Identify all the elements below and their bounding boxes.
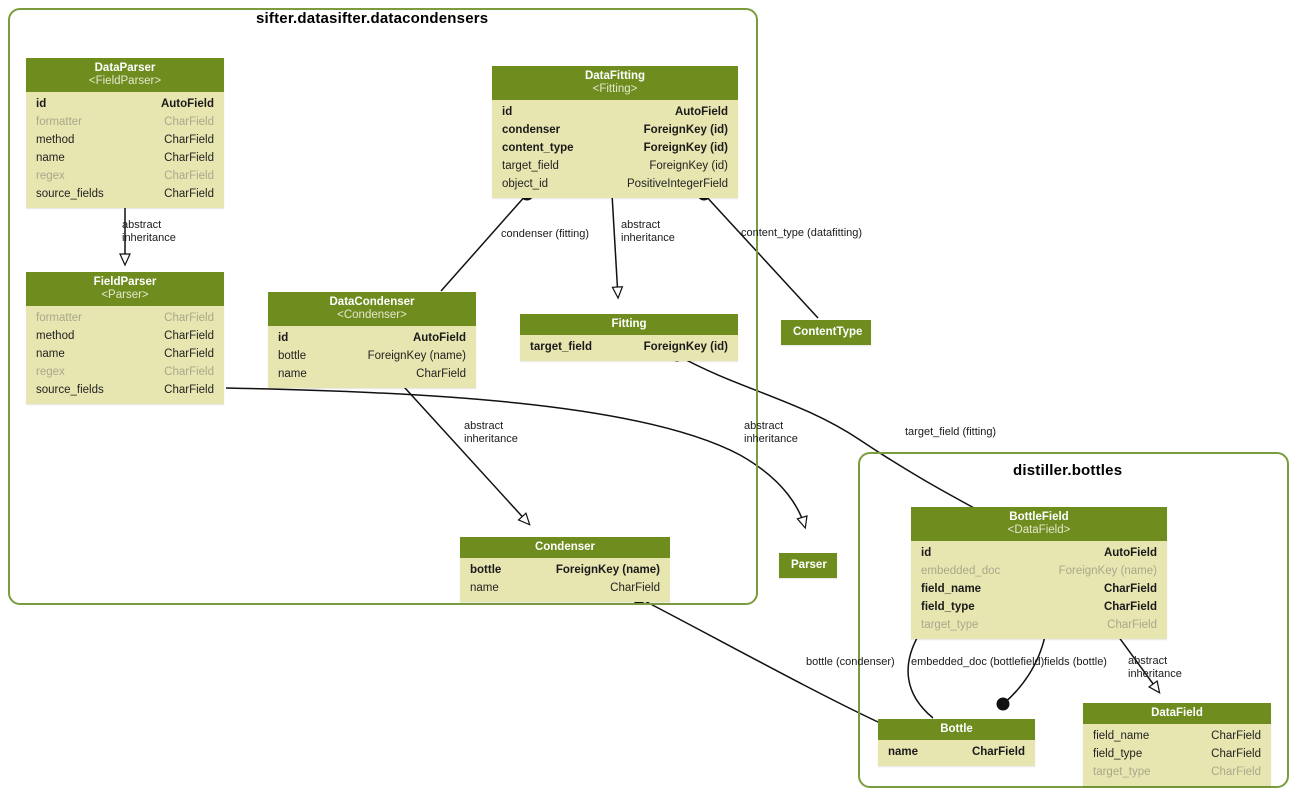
model-bottle-fields: name CharField: [878, 740, 1035, 766]
table-row: field_type CharField: [921, 601, 1157, 614]
table-row: id AutoField: [502, 106, 728, 119]
edge-label-target-field-fitting: target_field (fitting): [905, 426, 997, 438]
cluster-sifter-title: sifter.datasifter.datacondensers: [256, 10, 489, 27]
edge-label-content-type-datafitting: content_type (datafitting): [741, 227, 863, 239]
table-row: field_type CharField: [1093, 748, 1261, 761]
table-row: source_fields CharField: [36, 188, 214, 201]
model-datacondenser-header: DataCondenser <Condenser>: [268, 292, 476, 327]
table-row: embedded_doc ForeignKey (name): [921, 565, 1157, 578]
table-row: target_field ForeignKey (id): [502, 160, 728, 173]
model-contenttype-name: ContentType: [793, 326, 863, 338]
model-fieldparser-name: FieldParser: [93, 276, 157, 288]
table-row: content_type ForeignKey (id): [502, 142, 728, 155]
model-contenttype[interactable]: ContentType: [781, 320, 871, 346]
table-row: target_field ForeignKey (id): [530, 341, 728, 354]
table-row: object_id PositiveIntegerField: [502, 178, 728, 191]
table-row: id AutoField: [921, 547, 1157, 560]
model-datafitting-fields: id AutoField condenser ForeignKey (id) c…: [492, 100, 738, 198]
model-parser-header: Parser: [779, 553, 837, 579]
model-fieldparser-stereotype: <Parser>: [101, 289, 149, 302]
model-contenttype-header: ContentType: [781, 320, 871, 346]
edge-label-fields-bottle: fields (bottle): [1044, 656, 1107, 668]
edge-label-abstract-inheritance-datafitting: abstract inheritance: [621, 219, 675, 244]
table-row: field_name CharField: [921, 583, 1157, 596]
model-bottle[interactable]: Bottle name CharField: [878, 719, 1035, 767]
table-row: regex CharField: [36, 366, 214, 379]
model-datafield[interactable]: DataField field_name CharField field_typ…: [1083, 703, 1271, 787]
table-row: name CharField: [36, 348, 214, 361]
model-dataparser-stereotype: <FieldParser>: [88, 75, 162, 88]
table-row: bottle ForeignKey (name): [278, 350, 466, 363]
table-row: method CharField: [36, 330, 214, 343]
model-bottle-name: Bottle: [940, 723, 973, 735]
model-datafield-name: DataField: [1151, 707, 1203, 719]
model-condenser[interactable]: Condenser bottle ForeignKey (name) name …: [460, 537, 670, 603]
model-bottlefield-stereotype: <DataField>: [1007, 524, 1071, 537]
model-datafield-fields: field_name CharField field_type CharFiel…: [1083, 724, 1271, 786]
model-fitting[interactable]: Fitting target_field ForeignKey (id): [520, 314, 738, 362]
model-bottle-header: Bottle: [878, 719, 1035, 741]
model-fitting-header: Fitting: [520, 314, 738, 336]
table-row: condenser ForeignKey (id): [502, 124, 728, 137]
model-datafitting-stereotype: <Fitting>: [592, 83, 638, 96]
table-row: method CharField: [36, 134, 214, 147]
table-row: regex CharField: [36, 170, 214, 183]
table-row: target_type CharField: [921, 619, 1157, 632]
model-datacondenser[interactable]: DataCondenser <Condenser> id AutoField b…: [268, 292, 476, 389]
model-dataparser[interactable]: DataParser <FieldParser> id AutoField fo…: [26, 58, 224, 209]
model-fieldparser-header: FieldParser <Parser>: [26, 272, 224, 307]
model-datafitting-header: DataFitting <Fitting>: [492, 66, 738, 101]
model-condenser-name: Condenser: [534, 541, 596, 553]
diagram-canvas: sifter.datasifter.datacondensers distill…: [0, 0, 1297, 797]
model-datafitting-name: DataFitting: [584, 70, 646, 82]
model-dataparser-header: DataParser <FieldParser>: [26, 58, 224, 93]
edge-label-bottle-condenser: bottle (condenser): [806, 656, 895, 668]
edge-label-abstract-inheritance-dataparser: abstract inheritance: [122, 219, 176, 244]
model-dataparser-name: DataParser: [94, 62, 156, 74]
model-bottlefield[interactable]: BottleField <DataField> id AutoField emb…: [911, 507, 1167, 640]
table-row: name CharField: [888, 746, 1025, 759]
table-row: name CharField: [36, 152, 214, 165]
edge-label-abstract-inheritance-datacondenser: abstract inheritance: [464, 420, 518, 445]
model-datafield-header: DataField: [1083, 703, 1271, 725]
table-row: id AutoField: [278, 332, 466, 345]
model-parser-name: Parser: [791, 559, 827, 571]
table-row: name CharField: [278, 368, 466, 381]
edge-label-condenser-fitting: condenser (fitting): [501, 228, 590, 240]
model-fieldparser-fields: formatter CharField method CharField nam…: [26, 306, 224, 404]
model-dataparser-fields: id AutoField formatter CharField method …: [26, 92, 224, 208]
cluster-distiller-title: distiller.bottles: [1013, 462, 1123, 479]
model-condenser-fields: bottle ForeignKey (name) name CharField: [460, 558, 670, 602]
model-datacondenser-stereotype: <Condenser>: [337, 309, 407, 322]
model-fitting-name: Fitting: [611, 318, 647, 330]
table-row: formatter CharField: [36, 312, 214, 325]
table-row: target_type CharField: [1093, 766, 1261, 779]
table-row: bottle ForeignKey (name): [470, 564, 660, 577]
model-bottlefield-fields: id AutoField embedded_doc ForeignKey (na…: [911, 541, 1167, 639]
table-row: field_name CharField: [1093, 730, 1261, 743]
model-datacondenser-name: DataCondenser: [329, 296, 415, 308]
model-condenser-header: Condenser: [460, 537, 670, 559]
model-bottlefield-header: BottleField <DataField>: [911, 507, 1167, 542]
table-row: id AutoField: [36, 98, 214, 111]
model-datafitting[interactable]: DataFitting <Fitting> id AutoField conde…: [492, 66, 738, 199]
edge-label-embedded-doc-bottlefield: embedded_doc (bottlefield): [911, 656, 1045, 668]
model-parser[interactable]: Parser: [779, 553, 837, 579]
table-row: name CharField: [470, 582, 660, 595]
edge-label-abstract-inheritance-fieldparser: abstract inheritance: [744, 420, 798, 445]
table-row: source_fields CharField: [36, 384, 214, 397]
table-row: formatter CharField: [36, 116, 214, 129]
edge-label-abstract-inheritance-bottlefield: abstract inheritance: [1128, 655, 1182, 680]
model-fieldparser[interactable]: FieldParser <Parser> formatter CharField…: [26, 272, 224, 405]
model-bottlefield-name: BottleField: [1009, 511, 1069, 523]
model-fitting-fields: target_field ForeignKey (id): [520, 335, 738, 361]
model-datacondenser-fields: id AutoField bottle ForeignKey (name) na…: [268, 326, 476, 388]
